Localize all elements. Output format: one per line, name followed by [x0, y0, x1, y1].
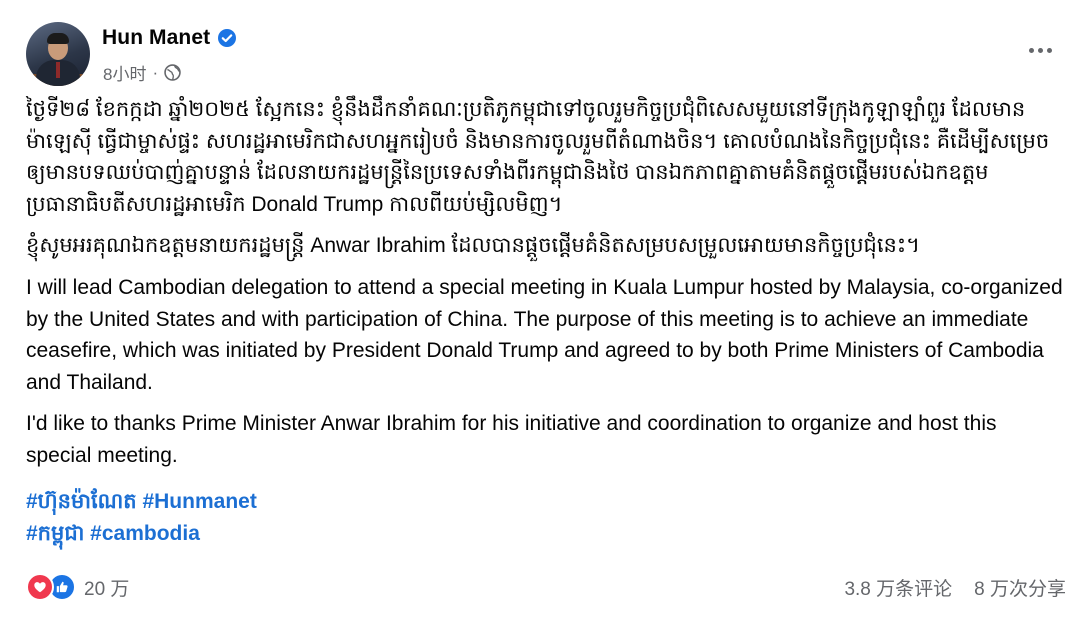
post-paragraph-en: I'd like to thanks Prime Minister Anwar … — [26, 412, 997, 467]
post-paragraph-km: ខ្ញុំសូមអរគុណឯកឧត្តមនាយករដ្ឋមន្ត្រី Anwa… — [26, 234, 920, 258]
hashtag-link[interactable]: #ហ៊ុនម៉ាណែត #Hunmanet — [26, 486, 1066, 518]
post-card: Hun Manet 8小时 · ថ្ងៃទី២៨ ខែកក្កដា ឆ្នាំ២… — [0, 0, 1080, 617]
author-avatar[interactable] — [26, 22, 90, 86]
engagement-stats: 3.8 万条评论 8 万次分享 — [844, 574, 1066, 601]
more-dot — [1046, 47, 1052, 53]
more-options-icon[interactable] — [1026, 36, 1054, 64]
meta-separator: · — [152, 62, 159, 82]
author-name[interactable]: Hun Manet — [102, 26, 210, 50]
reaction-count: 20 万 — [84, 578, 130, 600]
author-row: Hun Manet — [102, 26, 237, 50]
avatar-tie — [56, 62, 60, 78]
post-meta: 8小时 · — [103, 60, 181, 85]
post-content: ថ្ងៃទី២៨ ខែកក្កដា ឆ្នាំ២០២៥ ស្អែកនេះ ខ្ញ… — [26, 94, 1066, 550]
hashtag-link[interactable]: #កម្ពុជា #cambodia — [26, 518, 1066, 550]
reactions-summary[interactable]: 20 万 — [26, 573, 129, 601]
comment-count[interactable]: 3.8 万条评论 — [844, 574, 952, 601]
post-footer: 20 万 3.8 万条评论 8 万次分享 — [26, 570, 1066, 604]
avatar-hair — [47, 33, 69, 44]
verified-badge-icon — [218, 29, 237, 47]
hashtag-list: #ហ៊ុនម៉ាណែត #Hunmanet #កម្ពុជា #cambodia — [26, 486, 1066, 550]
globe-icon — [164, 64, 181, 81]
post-timestamp[interactable]: 8小时 — [103, 60, 146, 85]
more-dot — [1028, 47, 1034, 53]
heart-reaction-icon — [26, 573, 54, 601]
share-count[interactable]: 8 万次分享 — [974, 574, 1066, 601]
more-dot — [1037, 47, 1043, 53]
post-header: Hun Manet 8小时 · — [26, 22, 1066, 86]
post-paragraph-en: I will lead Cambodian delegation to atte… — [26, 275, 1063, 394]
post-paragraph-km: ថ្ងៃទី២៨ ខែកក្កដា ឆ្នាំ២០២៥ ស្អែកនេះ ខ្ញ… — [26, 98, 1050, 216]
